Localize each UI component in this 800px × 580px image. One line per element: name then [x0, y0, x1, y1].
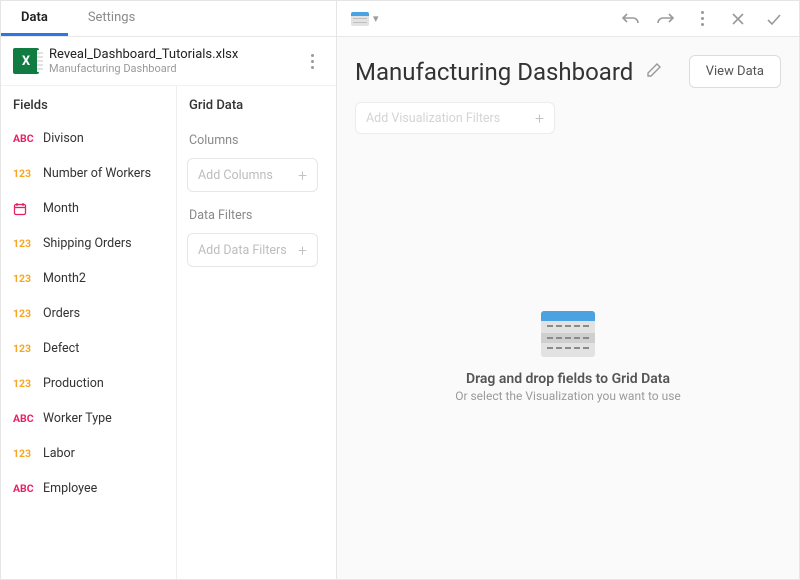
add-columns-dropzone[interactable]: Add Columns + — [187, 158, 318, 192]
grid-viz-icon — [351, 12, 369, 26]
fields-header: Fields — [1, 86, 176, 121]
left-tabs: Data Settings — [1, 1, 336, 37]
field-item[interactable]: ABC Worker Type — [1, 401, 176, 436]
field-label: Orders — [43, 306, 80, 321]
add-datafilters-dropzone[interactable]: Add Data Filters + — [187, 233, 318, 267]
text-type-icon: ABC — [13, 132, 35, 145]
number-type-icon: 123 — [13, 167, 35, 180]
field-label: Defect — [43, 341, 79, 356]
undo-button[interactable] — [615, 4, 645, 34]
add-visualization-filters-dropzone[interactable]: Add Visualization Filters + — [355, 102, 555, 134]
tab-settings[interactable]: Settings — [68, 1, 155, 36]
edit-title-button[interactable] — [641, 57, 667, 87]
field-item[interactable]: 123 Number of Workers — [1, 156, 176, 191]
editor-toolbar: ▾ — [337, 1, 799, 37]
number-type-icon: 123 — [13, 342, 35, 355]
plus-icon: + — [535, 109, 544, 128]
number-type-icon: 123 — [13, 237, 35, 250]
number-type-icon: 123 — [13, 307, 35, 320]
field-item[interactable]: 123 Orders — [1, 296, 176, 331]
text-type-icon: ABC — [13, 412, 35, 425]
canvas-hint-sub: Or select the Visualization you want to … — [455, 389, 681, 403]
date-type-icon — [13, 202, 35, 216]
number-type-icon: 123 — [13, 377, 35, 390]
number-type-icon: 123 — [13, 447, 35, 460]
field-item[interactable]: 123 Month2 — [1, 261, 176, 296]
chevron-down-icon: ▾ — [373, 12, 379, 25]
field-label: Worker Type — [43, 411, 112, 426]
more-menu-button[interactable] — [687, 4, 717, 34]
field-item[interactable]: Month — [1, 191, 176, 226]
griddata-header: Grid Data — [177, 86, 328, 121]
view-data-button[interactable]: View Data — [689, 55, 781, 88]
plus-icon: + — [298, 166, 307, 185]
fields-list: ABC Divison 123 Number of Workers Month 123 Sh… — [1, 121, 176, 506]
field-item[interactable]: 123 Shipping Orders — [1, 226, 176, 261]
redo-button[interactable] — [651, 4, 681, 34]
field-label: Employee — [43, 481, 97, 496]
number-type-icon: 123 — [13, 272, 35, 285]
text-type-icon: ABC — [13, 482, 35, 495]
datasource-filename: Reveal_Dashboard_Tutorials.xlsx — [49, 47, 288, 62]
field-label: Production — [43, 376, 104, 391]
add-datafilters-placeholder: Add Data Filters — [198, 243, 287, 258]
visualization-canvas[interactable]: Drag and drop fields to Grid Data Or sel… — [337, 134, 799, 579]
close-button[interactable] — [723, 4, 753, 34]
canvas-hint-title: Drag and drop fields to Grid Data — [466, 371, 670, 387]
visualization-title: Manufacturing Dashboard — [355, 58, 633, 86]
field-item[interactable]: ABC Divison — [1, 121, 176, 156]
tab-data[interactable]: Data — [1, 1, 68, 36]
datasource-row[interactable]: X Reveal_Dashboard_Tutorials.xlsx Manufa… — [1, 37, 336, 86]
confirm-button[interactable] — [759, 4, 789, 34]
datasource-sheet: Manufacturing Dashboard — [49, 62, 288, 75]
field-label: Month2 — [43, 271, 86, 286]
visualization-type-selector[interactable]: ▾ — [347, 10, 383, 28]
datasource-menu-button[interactable] — [298, 54, 326, 69]
field-item[interactable]: 123 Production — [1, 366, 176, 401]
field-label: Month — [43, 201, 79, 216]
viz-filter-placeholder: Add Visualization Filters — [366, 111, 500, 126]
datafilters-label: Data Filters — [177, 196, 328, 229]
grid-placeholder-icon — [541, 311, 595, 357]
field-item[interactable]: ABC Employee — [1, 471, 176, 506]
add-columns-placeholder: Add Columns — [198, 168, 273, 183]
field-label: Labor — [43, 446, 75, 461]
field-item[interactable]: 123 Defect — [1, 331, 176, 366]
columns-label: Columns — [177, 121, 328, 154]
plus-icon: + — [298, 241, 307, 260]
field-label: Number of Workers — [43, 166, 151, 181]
excel-icon: X — [13, 48, 39, 74]
field-label: Shipping Orders — [43, 236, 132, 251]
field-label: Divison — [43, 131, 84, 146]
field-item[interactable]: 123 Labor — [1, 436, 176, 471]
